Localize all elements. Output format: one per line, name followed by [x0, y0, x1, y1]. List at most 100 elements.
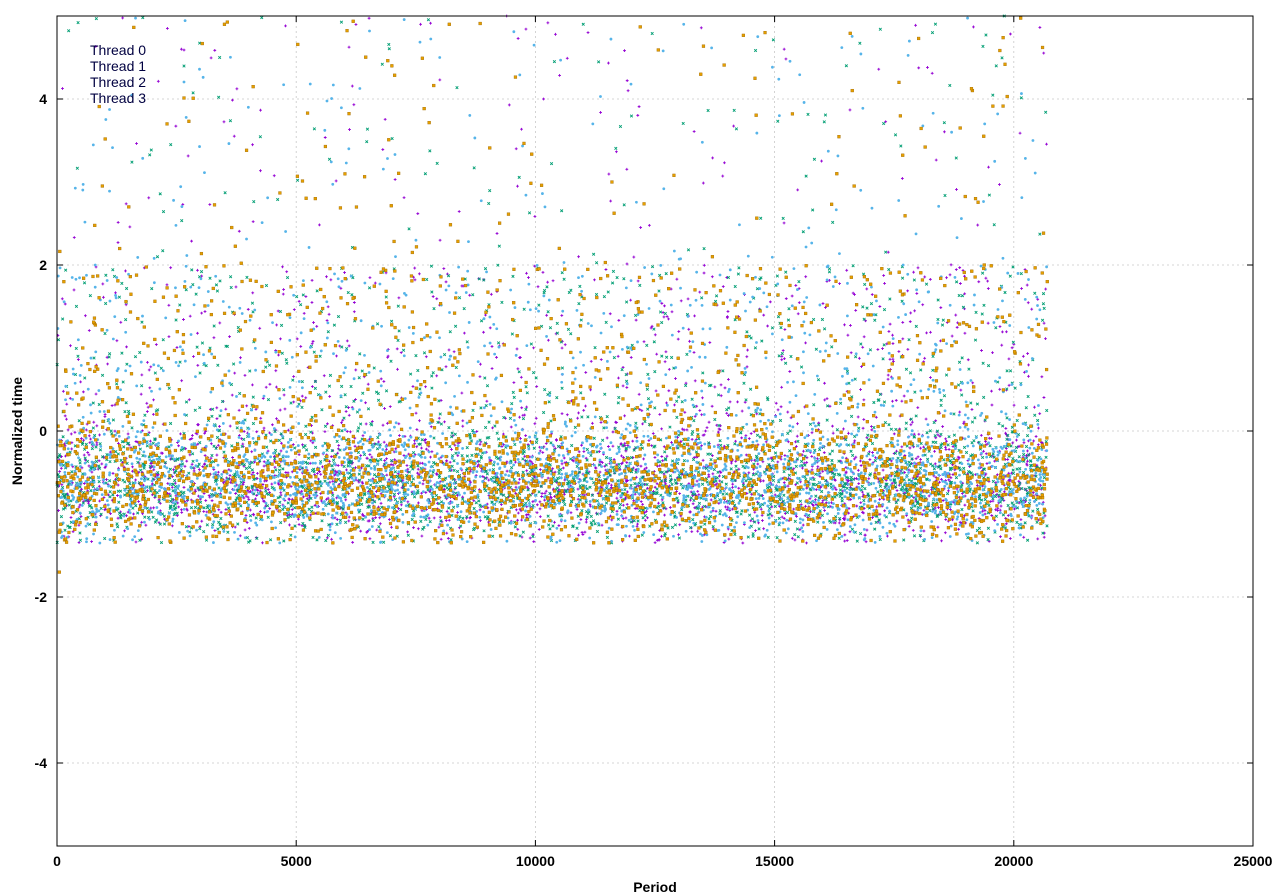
data-point [345, 430, 349, 433]
data-point [78, 538, 83, 542]
data-point [487, 201, 491, 206]
data-point [382, 380, 386, 383]
data-point [603, 392, 607, 396]
data-point [913, 309, 917, 313]
data-point [845, 268, 849, 272]
data-point [963, 331, 967, 335]
data-point [1026, 459, 1029, 463]
data-point [598, 470, 602, 474]
data-point [617, 395, 621, 400]
data-point [560, 209, 564, 213]
data-point [495, 431, 499, 435]
data-point [928, 508, 932, 513]
data-point [904, 427, 908, 431]
data-point [324, 538, 328, 543]
data-point [887, 330, 891, 333]
data-point [92, 356, 96, 360]
data-point [331, 493, 335, 497]
data-point [883, 420, 888, 425]
data-point [956, 383, 961, 387]
data-point [423, 172, 427, 176]
data-point [991, 351, 994, 355]
data-point [962, 466, 966, 471]
data-point [576, 487, 580, 491]
data-point [944, 373, 949, 377]
data-point [99, 506, 103, 511]
data-point [789, 466, 793, 470]
data-point [857, 482, 861, 486]
data-point [477, 499, 481, 503]
data-point [593, 522, 597, 526]
data-point [905, 444, 909, 448]
data-point [415, 428, 419, 431]
data-point [954, 156, 958, 160]
data-point [989, 437, 993, 440]
data-point [1005, 416, 1009, 420]
data-point [637, 392, 641, 396]
data-point [597, 60, 601, 64]
data-point [1031, 509, 1035, 513]
data-point [854, 308, 858, 312]
data-point [711, 156, 715, 160]
data-point [740, 409, 744, 413]
data-point [981, 44, 985, 48]
data-point [231, 456, 235, 459]
data-point [438, 515, 442, 519]
data-point [982, 449, 985, 453]
data-point [167, 303, 171, 307]
data-point [57, 475, 61, 479]
data-point [274, 369, 278, 373]
data-point [67, 29, 71, 33]
data-point [156, 79, 160, 83]
data-point [306, 456, 311, 460]
data-point [870, 441, 875, 446]
data-point [847, 431, 850, 435]
data-point [165, 27, 169, 30]
data-point [416, 464, 420, 468]
data-point [279, 449, 283, 453]
data-point [862, 498, 866, 503]
data-point [318, 223, 321, 227]
data-point [584, 500, 588, 504]
data-point [997, 422, 1001, 426]
data-point [250, 301, 255, 305]
data-point [701, 458, 705, 462]
data-point [117, 500, 121, 504]
data-point [389, 359, 393, 363]
data-point [251, 383, 254, 387]
data-point [230, 444, 234, 448]
data-point [144, 523, 148, 527]
data-point [418, 387, 422, 391]
data-point [323, 136, 327, 139]
data-point [933, 22, 938, 26]
data-point [511, 274, 515, 278]
data-point [210, 499, 214, 503]
data-point [675, 399, 679, 403]
data-point [402, 196, 406, 200]
data-point [100, 373, 105, 377]
data-point [813, 448, 817, 453]
data-point [641, 422, 644, 426]
data-point [420, 438, 424, 442]
data-point [1044, 287, 1048, 291]
data-point [599, 420, 603, 424]
data-point [424, 491, 428, 494]
data-point [580, 415, 584, 419]
data-point [866, 433, 870, 437]
data-point [217, 486, 221, 490]
data-point [907, 460, 911, 464]
data-point [1002, 490, 1006, 494]
data-point [852, 457, 856, 461]
data-point [239, 480, 243, 484]
data-point [790, 536, 794, 540]
data-point [479, 362, 482, 366]
data-point [689, 496, 693, 500]
data-point [705, 426, 709, 430]
data-point [847, 381, 851, 385]
data-point [888, 322, 892, 326]
data-point [279, 521, 283, 525]
data-point [697, 501, 702, 505]
data-point [397, 434, 401, 437]
data-point [615, 496, 619, 500]
data-point [482, 330, 485, 334]
